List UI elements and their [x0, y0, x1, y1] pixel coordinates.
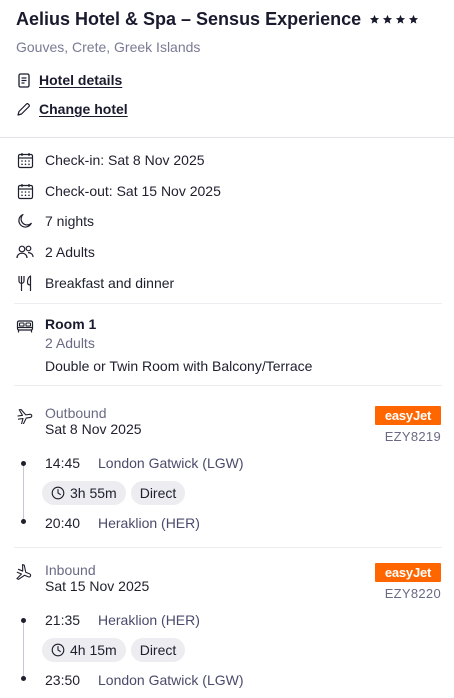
outbound-flight-number: EZY8219	[384, 429, 441, 444]
inbound-arrive-airport: London Gatwick (LGW)	[98, 672, 244, 688]
outbound-arrive-time: 20:40	[45, 515, 81, 531]
inbound-arrive-time: 23:50	[45, 672, 81, 688]
hotel-title-row: Aelius Hotel & Spa – Sensus Experience	[16, 9, 446, 30]
bed-icon	[16, 318, 34, 336]
outbound-label: Outbound	[45, 405, 107, 421]
hotel-details-link[interactable]: Hotel details	[16, 72, 122, 88]
inbound-depart-airport: Heraklion (HER)	[98, 612, 200, 628]
hotel-name: Aelius Hotel & Spa – Sensus Experience	[16, 9, 362, 29]
duration-text: 3h 55m	[70, 485, 117, 501]
inbound-flight: Inbound Sat 15 Nov 2025 easyJet EZY8220 …	[0, 553, 454, 693]
guests-text: 2 Adults	[45, 244, 95, 260]
calendar-icon	[16, 151, 34, 169]
star-icon	[396, 14, 406, 24]
cutlery-icon	[16, 274, 34, 292]
easyjet-logo: easyJet	[375, 406, 441, 425]
stops-chip: Direct	[130, 638, 186, 662]
timeline-dot-departure	[21, 461, 26, 466]
star-icon	[370, 14, 380, 24]
timeline-line	[23, 464, 24, 522]
section-divider	[0, 137, 454, 138]
room-type: Double or Twin Room with Balcony/Terrace	[45, 358, 313, 374]
check-in-text: Check-in: Sat 8 Nov 2025	[45, 152, 205, 168]
people-icon	[16, 243, 34, 261]
inbound-depart-time: 21:35	[45, 612, 81, 628]
room-title: Room 1	[45, 316, 97, 332]
hotel-location: Gouves, Crete, Greek Islands	[16, 39, 201, 55]
check-out-text: Check-out: Sat 15 Nov 2025	[45, 183, 221, 199]
inbound-date: Sat 15 Nov 2025	[45, 578, 150, 594]
outbound-flight: Outbound Sat 8 Nov 2025 easyJet EZY8219 …	[0, 396, 454, 536]
section-divider	[14, 303, 442, 304]
hotel-header: Aelius Hotel & Spa – Sensus Experience G…	[16, 9, 446, 55]
document-icon	[16, 72, 31, 88]
outbound-depart-time: 14:45	[45, 455, 81, 471]
section-divider	[14, 385, 442, 386]
outbound-date: Sat 8 Nov 2025	[45, 421, 142, 437]
plane-landing-icon	[16, 563, 34, 581]
pencil-icon	[16, 102, 31, 117]
star-icon	[409, 14, 419, 24]
hotel-details-label[interactable]: Hotel details	[39, 72, 122, 88]
inbound-flight-number: EZY8220	[384, 586, 441, 601]
duration-chip: 3h 55m	[42, 481, 126, 505]
stops-chip: Direct	[130, 481, 186, 505]
check-in-row: Check-in: Sat 8 Nov 2025	[16, 151, 205, 169]
timeline-dot-arrival	[21, 519, 26, 524]
timeline-dot-arrival	[21, 676, 26, 681]
nights-row: 7 nights	[16, 212, 94, 230]
inbound-label: Inbound	[45, 562, 96, 578]
room-text: Room 1 2 Adults Double or Twin Room with…	[45, 316, 312, 374]
timeline-line	[23, 621, 24, 679]
nights-text: 7 nights	[45, 213, 95, 229]
clock-icon	[51, 486, 65, 500]
calendar-icon	[16, 182, 34, 200]
outbound-flight-chips: 3h 55m Direct	[42, 481, 186, 505]
room-guests: 2 Adults	[45, 335, 95, 351]
change-hotel-link[interactable]: Change hotel	[16, 101, 128, 117]
duration-text: 4h 15m	[70, 642, 117, 658]
outbound-arrive-airport: Heraklion (HER)	[98, 515, 200, 531]
hotel-star-rating	[369, 14, 419, 25]
easyjet-logo: easyJet	[375, 563, 441, 582]
star-icon	[383, 14, 393, 24]
board-text: Breakfast and dinner	[45, 275, 175, 291]
timeline-dot-departure	[21, 618, 26, 623]
outbound-depart-airport: London Gatwick (LGW)	[98, 455, 244, 471]
change-hotel-label[interactable]: Change hotel	[39, 101, 128, 117]
room-summary: Room 1 2 Adults Double or Twin Room with…	[16, 316, 312, 374]
moon-icon	[16, 212, 34, 230]
clock-icon	[51, 643, 65, 657]
guests-row: 2 Adults	[16, 243, 95, 261]
board-row: Breakfast and dinner	[16, 274, 174, 292]
plane-takeoff-icon	[16, 406, 34, 426]
check-out-row: Check-out: Sat 15 Nov 2025	[16, 182, 221, 200]
duration-chip: 4h 15m	[42, 638, 126, 662]
section-divider	[14, 547, 442, 548]
inbound-flight-chips: 4h 15m Direct	[42, 638, 186, 662]
